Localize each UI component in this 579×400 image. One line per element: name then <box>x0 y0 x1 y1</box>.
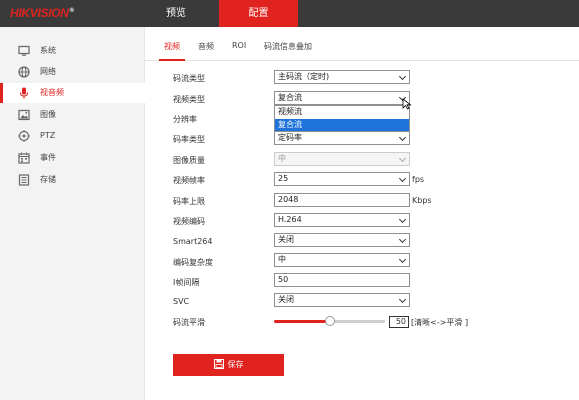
svc-select[interactable]: 关闭 <box>274 293 410 307</box>
nav-preview[interactable]: 预览 <box>145 0 207 27</box>
svc-label: SVC <box>173 297 190 306</box>
complexity-select[interactable]: 中 <box>274 253 410 267</box>
smoothing-slider-fill <box>274 320 330 323</box>
image-quality-select: 中 <box>274 152 410 166</box>
video-type-select[interactable]: 复合流 <box>274 91 410 105</box>
brand-logo: HIKVISION® <box>10 6 74 20</box>
save-button-label: 保存 <box>227 360 244 369</box>
max-bitrate-input[interactable]: 2048 <box>274 193 410 207</box>
sidebar-item-label: PTZ <box>40 131 56 140</box>
sidebar: 系统 网络 视音频 图像 PTZ 事件 存储 <box>0 27 145 400</box>
smart264-label: Smart264 <box>173 237 213 246</box>
save-button[interactable]: 保存 <box>173 354 284 376</box>
sub-tabs: 视频 音频 ROI 码流信息叠加 <box>145 27 579 61</box>
smoothing-slider[interactable] <box>274 316 385 326</box>
video-type-label: 视频类型 <box>173 95 205 104</box>
sidebar-item-label: 视音频 <box>40 88 64 97</box>
tab-roi[interactable]: ROI <box>232 41 246 50</box>
brand-mark: ® <box>69 8 74 14</box>
sidebar-item-label: 系统 <box>40 46 56 55</box>
sidebar-item-video-audio[interactable]: 视音频 <box>0 83 145 103</box>
sidebar-item-label: 网络 <box>40 67 56 76</box>
max-bitrate-unit: Kbps <box>412 196 432 205</box>
monitor-icon <box>18 45 30 56</box>
smart264-select[interactable]: 关闭 <box>274 233 410 247</box>
i-frame-interval-label: I帧间隔 <box>173 278 200 287</box>
stream-type-select[interactable]: 主码流（定时) <box>274 70 410 84</box>
smoothing-hint: [清晰<->平滑 ] <box>411 318 469 327</box>
tab-video[interactable]: 视频 <box>164 41 180 52</box>
max-bitrate-label: 码率上限 <box>173 197 205 206</box>
frame-rate-select[interactable]: 25 <box>274 172 410 186</box>
complexity-label: 编码复杂度 <box>173 258 213 267</box>
smoothing-slider-handle[interactable] <box>325 316 335 326</box>
resolution-label: 分辨率 <box>173 115 197 124</box>
sidebar-item-label: 事件 <box>40 153 56 162</box>
sidebar-item-event[interactable]: 事件 <box>0 148 145 168</box>
frame-rate-unit: fps <box>412 175 425 184</box>
smoothing-label: 码流平滑 <box>173 318 205 327</box>
nav-config[interactable]: 配置 <box>219 0 298 27</box>
bitrate-type-label: 码率类型 <box>173 135 205 144</box>
frame-rate-label: 视频帧率 <box>173 176 205 185</box>
sidebar-item-storage[interactable]: 存储 <box>0 170 145 190</box>
tab-stream-overlay[interactable]: 码流信息叠加 <box>264 41 312 52</box>
smoothing-value-input[interactable]: 50 <box>389 316 409 328</box>
active-indicator <box>0 83 3 103</box>
bitrate-type-select[interactable]: 定码率 <box>274 131 410 145</box>
video-encoding-select[interactable]: H.264 <box>274 213 410 227</box>
sidebar-item-ptz[interactable]: PTZ <box>0 126 145 146</box>
video-type-dropdown: 视频流 复合流 <box>274 105 410 132</box>
sidebar-item-system[interactable]: 系统 <box>0 41 145 61</box>
video-type-option[interactable]: 视频流 <box>275 106 409 118</box>
microphone-icon <box>19 87 29 99</box>
storage-icon <box>18 174 30 186</box>
calendar-icon <box>18 152 30 164</box>
brand-name: HIKVISION <box>10 6 69 20</box>
image-icon <box>18 109 30 121</box>
save-icon <box>213 359 224 369</box>
sidebar-item-label: 图像 <box>40 110 56 119</box>
globe-icon <box>18 66 30 78</box>
top-bar: HIKVISION® 预览 配置 <box>0 0 579 27</box>
video-type-option-highlighted[interactable]: 复合流 <box>275 119 409 131</box>
i-frame-interval-input[interactable]: 50 <box>274 273 410 287</box>
tab-audio[interactable]: 音频 <box>198 41 214 52</box>
ptz-icon <box>18 130 30 142</box>
image-quality-label: 图像质量 <box>173 156 205 165</box>
video-encoding-label: 视频编码 <box>173 217 205 226</box>
mouse-cursor-icon <box>402 98 412 110</box>
active-tab-underline <box>159 59 185 61</box>
sidebar-item-network[interactable]: 网络 <box>0 62 145 82</box>
sidebar-item-label: 存储 <box>40 175 56 184</box>
stream-type-label: 码流类型 <box>173 74 205 83</box>
sidebar-item-image[interactable]: 图像 <box>0 105 145 125</box>
